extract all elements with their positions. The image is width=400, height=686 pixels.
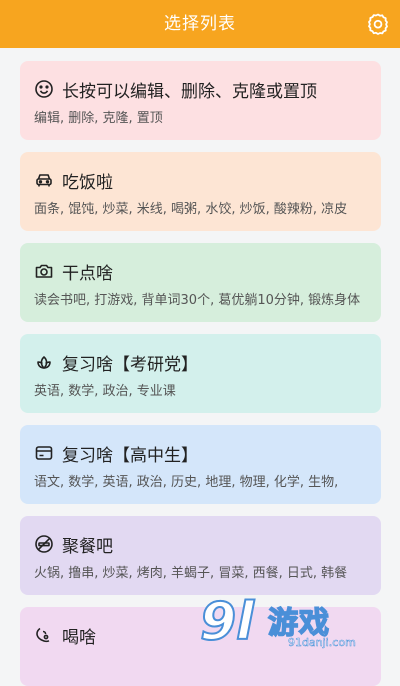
car-icon: [36, 174, 52, 187]
smile-icon: [35, 80, 53, 98]
site-watermark: 9l 游戏 91danji.com: [192, 591, 392, 656]
list-item-title: 吃饭啦: [62, 172, 113, 193]
list-item-desc: 语文, 数学, 英语, 政治, 历史, 地理, 物理, 化学, 生物,: [34, 475, 339, 490]
no-smoking-icon: [35, 535, 53, 553]
list-item-desc: 英语, 数学, 政治, 专业课: [34, 384, 176, 399]
page-title: 选择列表: [164, 14, 236, 34]
watermark-url: 91danji.com: [288, 636, 356, 650]
app-header: 选择列表: [0, 0, 400, 48]
list-item-review-grad[interactable]: 复习啥【考研党】 英语, 数学, 政治, 专业课: [20, 334, 381, 413]
list-item-dinner[interactable]: 聚餐吧 火锅, 撸串, 炒菜, 烤肉, 羊蝎子, 冒菜, 西餐, 日式, 韩餐: [20, 516, 381, 595]
list-item-title: 聚餐吧: [62, 536, 113, 557]
list-item-title: 复习啥【高中生】: [62, 445, 198, 466]
list-item-desc: 读会书吧, 打游戏, 背单词30个, 葛优躺10分钟, 锻炼身体: [34, 293, 361, 308]
lotus-icon: [37, 356, 51, 369]
drink-icon: [36, 627, 50, 643]
list-item-title: 复习啥【考研党】: [62, 354, 198, 375]
camera-icon: [35, 264, 53, 278]
watermark-number: 9l: [199, 591, 255, 653]
list-item-title: 干点啥: [62, 263, 113, 284]
list-item-eat[interactable]: 吃饭啦 面条, 馄饨, 炒菜, 米线, 喝粥, 水饺, 炒饭, 酸辣粉, 凉皮: [20, 152, 381, 231]
list-item-desc: 编辑, 删除, 克隆, 置顶: [34, 111, 163, 126]
list-item-title: 喝啥: [62, 627, 96, 648]
list-item-desc: 火锅, 撸串, 炒菜, 烤肉, 羊蝎子, 冒菜, 西餐, 日式, 韩餐: [34, 566, 348, 581]
list-item-title: 长按可以编辑、删除、克隆或置顶: [62, 81, 317, 102]
card-icon: [35, 446, 53, 460]
list-item-edit-tip[interactable]: 长按可以编辑、删除、克隆或置顶 编辑, 删除, 克隆, 置顶: [20, 61, 381, 140]
gear-icon[interactable]: [366, 12, 390, 36]
list-item-desc: 面条, 馄饨, 炒菜, 米线, 喝粥, 水饺, 炒饭, 酸辣粉, 凉皮: [34, 202, 348, 217]
list-item-review-highschool[interactable]: 复习啥【高中生】 语文, 数学, 英语, 政治, 历史, 地理, 物理, 化学,…: [20, 425, 381, 504]
list-item-activity[interactable]: 干点啥 读会书吧, 打游戏, 背单词30个, 葛优躺10分钟, 锻炼身体: [20, 243, 381, 322]
